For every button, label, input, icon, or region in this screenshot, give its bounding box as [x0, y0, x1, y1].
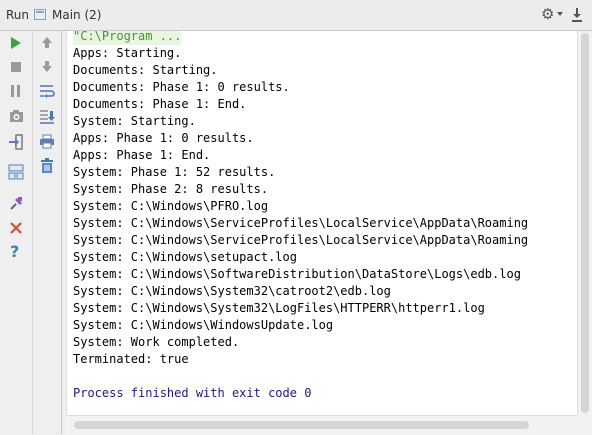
- horizontal-scroll-thumb[interactable]: [74, 421, 529, 429]
- close-icon[interactable]: [10, 222, 22, 234]
- console-toolbar: [33, 31, 62, 434]
- vertical-scroll-thumb[interactable]: [581, 33, 589, 413]
- gear-icon[interactable]: ⚙: [541, 6, 554, 22]
- console-line: Documents: Phase 1: End.: [73, 97, 247, 111]
- run-tool-window: Run Main (2) ⚙ ? "C:\Program ... Apps: S…: [0, 0, 592, 435]
- trash-icon[interactable]: [40, 158, 54, 173]
- console-line: Documents: Phase 1: 0 results.: [73, 80, 290, 94]
- layout-icon[interactable]: [8, 164, 24, 180]
- console-output[interactable]: "C:\Program ... Apps: Starting. Document…: [66, 31, 578, 415]
- console-line: System: C:\Windows\setupact.log: [73, 250, 297, 264]
- scroll-corner: [577, 415, 592, 434]
- scroll-to-end-icon[interactable]: [39, 109, 55, 124]
- run-label: Run: [6, 8, 30, 22]
- exit-icon[interactable]: [8, 134, 24, 150]
- console-line: System: C:\Windows\System32\LogFiles\HTT…: [73, 301, 485, 315]
- console-line: Apps: Starting.: [73, 46, 182, 60]
- pin-icon[interactable]: [9, 196, 24, 211]
- console-tab-icon: [34, 9, 46, 20]
- console-line: System: C:\Windows\PFRO.log: [73, 199, 269, 213]
- exit-code-line: Process finished with exit code 0: [73, 386, 312, 400]
- pause-icon[interactable]: [10, 85, 22, 97]
- command-line: "C:\Program ...: [73, 31, 182, 45]
- tab-main[interactable]: Main (2): [52, 8, 101, 22]
- help-icon[interactable]: ?: [10, 242, 19, 261]
- run-header: Run Main (2) ⚙: [0, 0, 592, 31]
- soft-wrap-icon[interactable]: [39, 84, 55, 98]
- console-line: Documents: Starting.: [73, 63, 218, 77]
- print-icon[interactable]: [39, 134, 55, 149]
- console-line: System: C:\Windows\SoftwareDistribution\…: [73, 267, 521, 281]
- console-line: System: Phase 2: 8 results.: [73, 182, 269, 196]
- console-line: Apps: Phase 1: 0 results.: [73, 131, 254, 145]
- horizontal-scrollbar[interactable]: [66, 415, 577, 435]
- hide-icon[interactable]: [572, 8, 582, 22]
- console-line: System: C:\Windows\System32\catroot2\edb…: [73, 284, 391, 298]
- console-line: Apps: Phase 1: End.: [73, 148, 211, 162]
- console-line: System: C:\Windows\ServiceProfiles\Local…: [73, 216, 529, 230]
- console-line: Terminated: true: [73, 352, 189, 366]
- down-arrow-icon[interactable]: [41, 60, 53, 73]
- console-line: System: C:\Windows\WindowsUpdate.log: [73, 318, 334, 332]
- up-arrow-icon[interactable]: [41, 36, 53, 49]
- console-line: System: C:\Windows\ServiceProfiles\Local…: [73, 233, 529, 247]
- console-line: System: Phase 1: 52 results.: [73, 165, 276, 179]
- console-line: System: Work completed.: [73, 335, 240, 349]
- vertical-scrollbar[interactable]: [577, 31, 592, 415]
- stop-icon[interactable]: [10, 61, 22, 73]
- console-line: System: Starting.: [73, 114, 196, 128]
- camera-icon[interactable]: [9, 109, 24, 123]
- run-icon[interactable]: [10, 36, 22, 50]
- run-toolbar: ?: [0, 31, 33, 434]
- chevron-down-icon[interactable]: [557, 12, 563, 16]
